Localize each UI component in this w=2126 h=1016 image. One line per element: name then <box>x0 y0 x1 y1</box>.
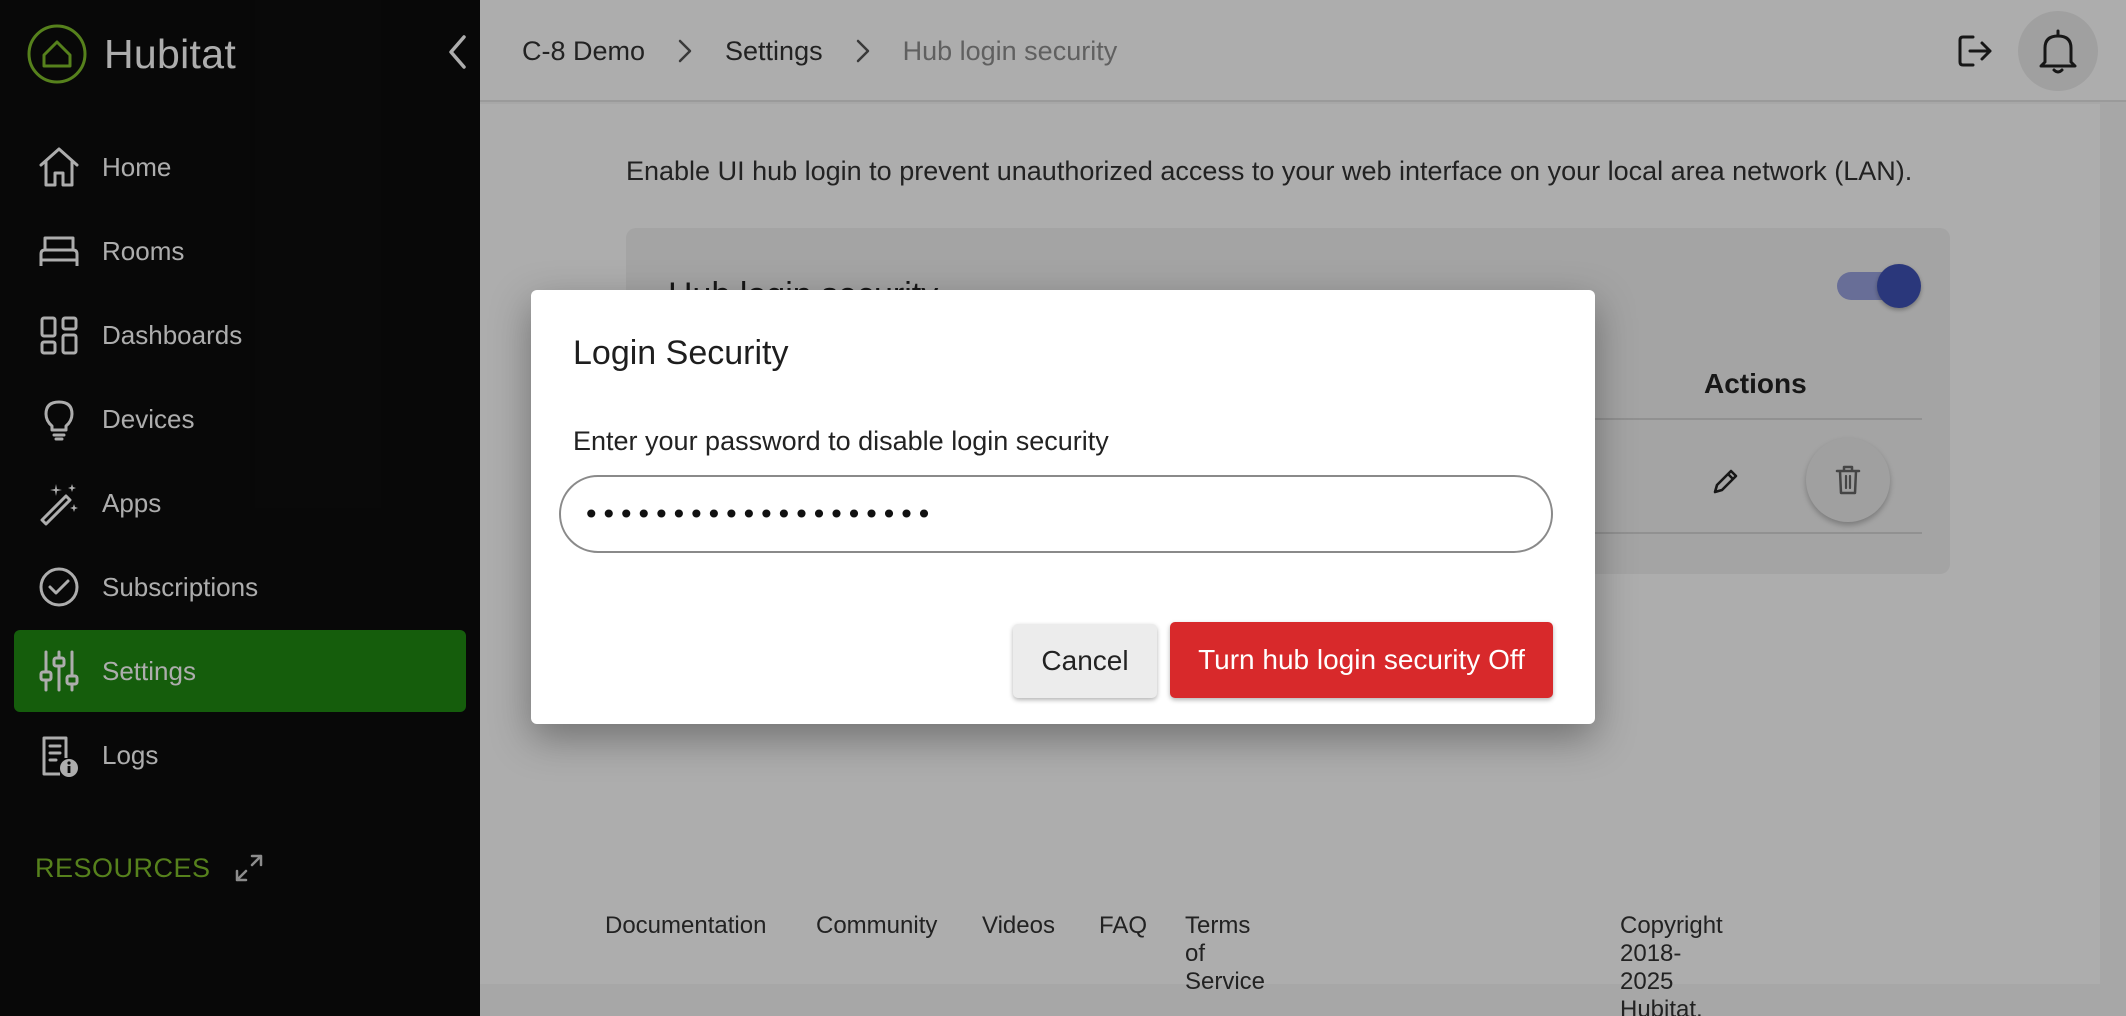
login-security-dialog: Login Security Enter your password to di… <box>531 290 1595 724</box>
password-label: Enter your password to disable login sec… <box>573 426 1109 456</box>
turn-off-login-security-button[interactable]: Turn hub login security Off <box>1170 622 1553 698</box>
dialog-title: Login Security <box>573 334 789 372</box>
cancel-button[interactable]: Cancel <box>1013 624 1157 698</box>
password-input[interactable] <box>559 475 1553 553</box>
